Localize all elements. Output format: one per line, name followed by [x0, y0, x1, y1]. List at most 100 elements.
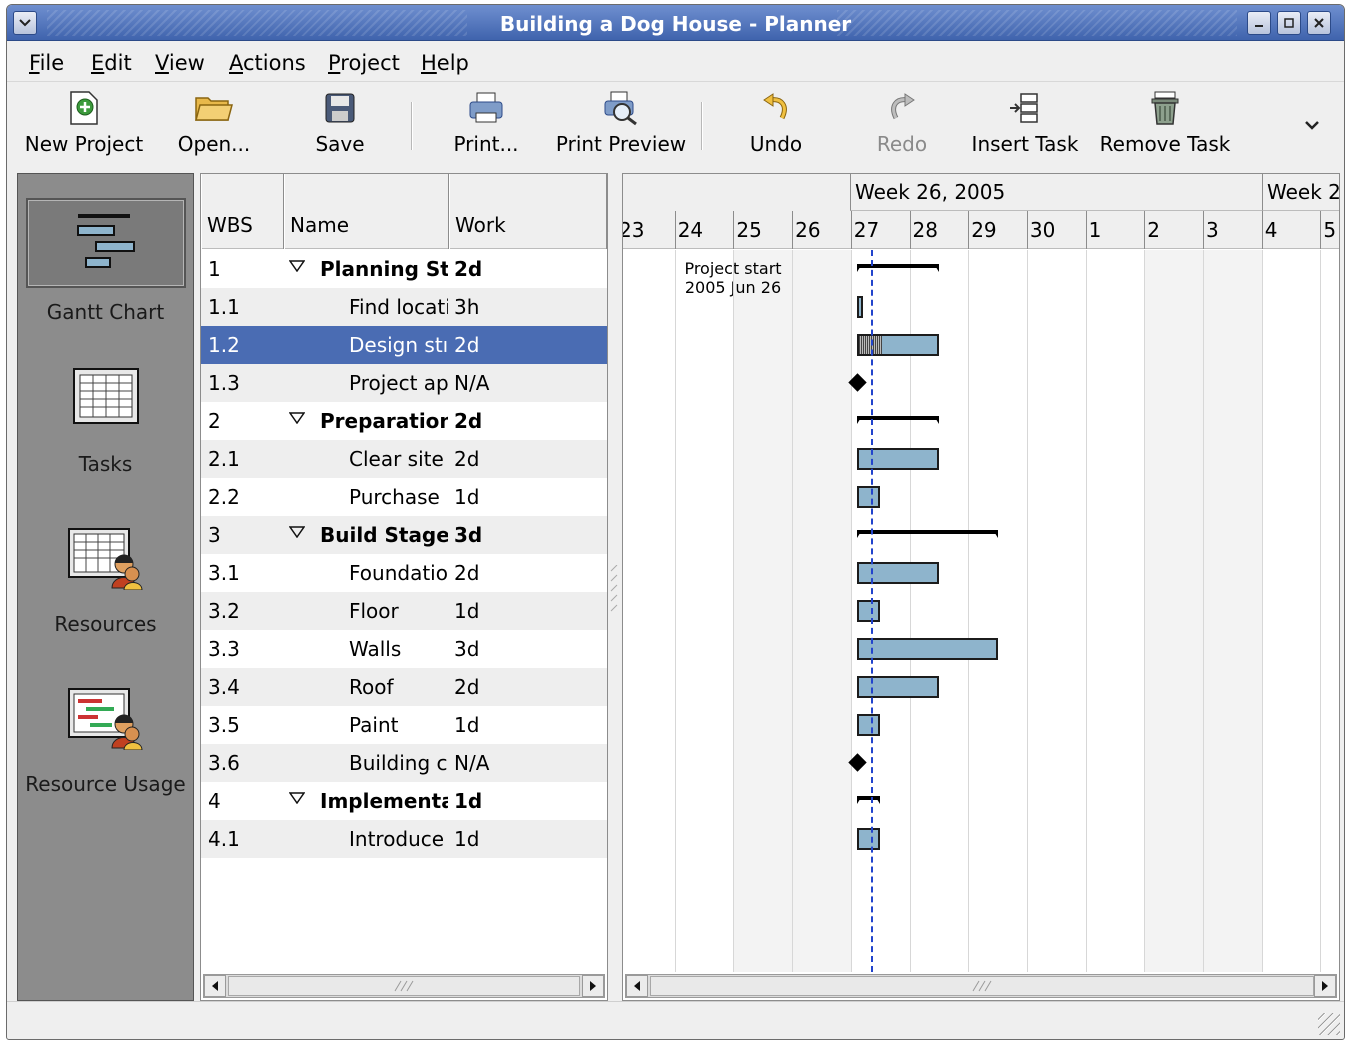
table-row[interactable]: 1.1 Find locati 3h: [201, 288, 607, 326]
resize-grip-icon[interactable]: [1318, 1013, 1340, 1035]
day-gridline: [968, 250, 970, 972]
task-bar[interactable]: [856, 334, 939, 356]
menu-project[interactable]: Project: [328, 51, 400, 75]
print-preview-button[interactable]: Print Preview: [551, 88, 691, 156]
open-button[interactable]: Open...: [175, 88, 253, 156]
undo-button[interactable]: Undo: [733, 88, 819, 156]
task-table-horizontal-scrollbar[interactable]: [203, 974, 605, 998]
table-row[interactable]: 1.2 Design stı 2d: [201, 326, 607, 364]
column-header-work[interactable]: Work: [449, 174, 607, 249]
scrollbar-thumb[interactable]: [650, 976, 1314, 996]
scroll-left-arrow[interactable]: [626, 975, 648, 997]
table-row[interactable]: 3.5 Paint 1d: [201, 706, 607, 744]
expander-triangle-icon[interactable]: [288, 789, 306, 808]
wbs-cell: 4: [208, 789, 221, 813]
table-row[interactable]: 4 Implementat1d: [201, 782, 607, 820]
work-cell: N/A: [454, 751, 490, 775]
work-cell: 3d: [454, 637, 480, 661]
scroll-left-arrow[interactable]: [204, 975, 226, 997]
menu-view[interactable]: View: [155, 51, 205, 75]
pane-splitter[interactable]: [609, 564, 619, 615]
table-row[interactable]: 3.2 Floor 1d: [201, 592, 607, 630]
summary-bar[interactable]: [856, 796, 881, 804]
save-button[interactable]: Save: [300, 88, 380, 156]
day-header: 24: [674, 211, 734, 249]
expander-triangle-icon[interactable]: [288, 257, 306, 276]
task-rows: 1Planning Sta2d1.1Find locati3h1.2Design…: [201, 250, 607, 858]
work-cell: 1d: [454, 599, 480, 623]
table-row[interactable]: 2.2 Purchase 1d: [201, 478, 607, 516]
table-row[interactable]: 2.1 Clear site 2d: [201, 440, 607, 478]
task-bar[interactable]: [856, 714, 881, 736]
menu-edit[interactable]: Edit: [91, 51, 132, 75]
sidebar-item-gantt-chart[interactable]: Gantt Chart: [18, 198, 193, 324]
name-cell: Foundatioı: [349, 561, 448, 585]
task-bar[interactable]: [856, 828, 881, 850]
gantt-horizontal-scrollbar[interactable]: [625, 974, 1337, 998]
redo-label: Redo: [876, 132, 928, 156]
scroll-right-arrow[interactable]: [1314, 975, 1336, 997]
minimize-button[interactable]: [1247, 11, 1271, 35]
table-row[interactable]: 3.6 Building cı N/A: [201, 744, 607, 782]
table-row[interactable]: 1.3 Project ap N/A: [201, 364, 607, 402]
redo-button[interactable]: Redo: [859, 88, 945, 156]
wbs-cell: 4.1: [208, 827, 240, 851]
gantt-timeline-header: Week 26, 2005 Week 27, 2005 232425262728…: [623, 174, 1339, 249]
print-button[interactable]: Print...: [443, 88, 529, 156]
grip-icon: [972, 980, 992, 992]
summary-bar[interactable]: [856, 416, 940, 424]
tasks-icon: [72, 368, 139, 424]
summary-bar[interactable]: [856, 530, 998, 538]
summary-bar[interactable]: [856, 264, 940, 272]
folder-icon: [195, 97, 233, 121]
task-bar[interactable]: [856, 562, 939, 584]
scroll-right-arrow[interactable]: [582, 975, 604, 997]
maximize-button[interactable]: [1277, 11, 1301, 35]
close-button[interactable]: [1307, 11, 1331, 35]
table-row[interactable]: 3 Build Stage 3d: [201, 516, 607, 554]
column-header-wbs[interactable]: WBS: [201, 174, 284, 249]
table-row[interactable]: 3.4 Roof 2d: [201, 668, 607, 706]
sidebar-label-gantt-chart: Gantt Chart: [46, 300, 165, 324]
table-row[interactable]: 1 Planning Sta2d: [201, 250, 607, 288]
table-row[interactable]: 4.1 Introduce 1d: [201, 820, 607, 858]
print-label: Print...: [453, 132, 519, 156]
toolbar-separator: [701, 102, 703, 150]
scrollbar-thumb[interactable]: [228, 976, 580, 996]
task-bar[interactable]: [856, 448, 939, 470]
toolbar-overflow-button[interactable]: [1297, 112, 1327, 136]
title-bar[interactable]: Building a Dog House - Planner: [7, 5, 1344, 41]
day-header: 25: [733, 211, 792, 249]
gantt-chart: Week 26, 2005 Week 27, 2005 232425262728…: [622, 173, 1340, 1001]
remove-task-button[interactable]: Remove Task: [1095, 88, 1235, 156]
insert-task-button[interactable]: Insert Task: [967, 88, 1083, 156]
task-bar[interactable]: [856, 600, 881, 622]
task-bar[interactable]: [856, 486, 881, 508]
day-header: 30: [1026, 211, 1086, 249]
day-header: 3: [1203, 211, 1262, 249]
work-cell: 2d: [454, 561, 480, 585]
work-cell: 2d: [454, 333, 480, 357]
sidebar-item-tasks[interactable]: Tasks: [18, 368, 193, 476]
column-header-name[interactable]: Name: [284, 174, 449, 249]
planner-window: Building a Dog House - Planner File Edit…: [6, 4, 1345, 1040]
new-project-button[interactable]: New Project: [19, 88, 149, 156]
expander-triangle-icon[interactable]: [288, 523, 306, 542]
table-row[interactable]: 3.3 Walls 3d: [201, 630, 607, 668]
menu-actions[interactable]: Actions: [229, 51, 306, 75]
view-sidebar: Gantt Chart Tasks Resources Resource Usa…: [17, 173, 194, 1001]
menu-file[interactable]: File: [29, 51, 64, 75]
task-bar[interactable]: [856, 638, 998, 660]
task-bar[interactable]: [856, 676, 939, 698]
gantt-body[interactable]: Project start 2005 Jun 26: [623, 250, 1339, 972]
task-bar[interactable]: [856, 296, 863, 318]
menu-help[interactable]: Help: [421, 51, 469, 75]
wbs-cell: 2.2: [208, 485, 240, 509]
sidebar-item-resources[interactable]: Resources: [18, 528, 193, 636]
table-row[interactable]: 3.1 Foundatioı 2d: [201, 554, 607, 592]
sidebar-item-resource-usage[interactable]: Resource Usage: [18, 688, 193, 796]
table-row[interactable]: 2 Preparation 2d: [201, 402, 607, 440]
day-header: 28: [909, 211, 969, 249]
expander-triangle-icon[interactable]: [288, 409, 306, 428]
print-preview-label: Print Preview: [555, 132, 687, 156]
